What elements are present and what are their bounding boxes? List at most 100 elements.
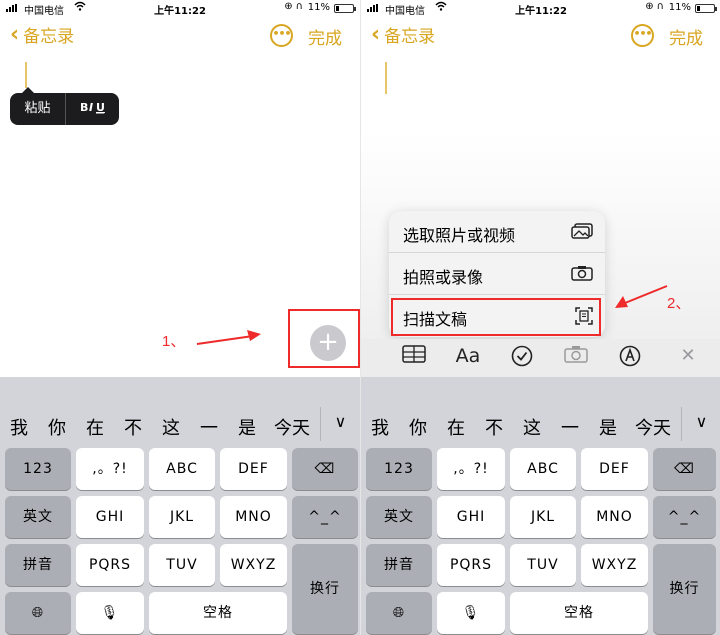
key-jkl[interactable]: JKL	[510, 496, 576, 538]
candidate-word[interactable]: 我	[0, 414, 38, 440]
key-wxyz[interactable]: WXYZ	[220, 544, 287, 586]
table-icon[interactable]	[399, 345, 429, 368]
key-wxyz[interactable]: WXYZ	[581, 544, 648, 586]
battery-icon	[695, 4, 717, 13]
key-punctuation[interactable]: ,。?!	[76, 448, 144, 490]
chevron-down-icon[interactable]: ∨	[681, 407, 720, 441]
svg-text:U: U	[96, 101, 105, 114]
key-punctuation[interactable]: ,。?!	[437, 448, 505, 490]
candidate-word[interactable]: 不	[475, 414, 513, 440]
key-pinyin[interactable]: 拼音	[366, 544, 432, 586]
chevron-left-icon: ‹	[371, 22, 381, 47]
chevron-down-icon[interactable]: ∨	[320, 407, 360, 441]
text-format-icon[interactable]: Aa	[453, 345, 483, 367]
return-key[interactable]: 换行	[292, 544, 358, 634]
battery-icon	[334, 4, 356, 13]
photos-icon	[571, 223, 593, 243]
back-button[interactable]: ‹ 备忘录	[371, 22, 435, 47]
step-one-label: 1、	[162, 333, 186, 350]
candidate-word[interactable]: 是	[589, 414, 627, 440]
done-button[interactable]: 完成	[308, 24, 342, 49]
format-button[interactable]: BIU	[66, 100, 119, 118]
key-def[interactable]: DEF	[220, 448, 287, 490]
candidate-word[interactable]: 今天	[627, 414, 679, 440]
candidate-word[interactable]: 在	[437, 414, 475, 440]
headphones-icon: ∩	[295, 1, 306, 12]
key-emoticon[interactable]: ^_^	[653, 496, 716, 538]
candidate-word[interactable]: 你	[38, 414, 76, 440]
notes-screen-left: 中国电信 上午11:22 ⊕∩ 11% ‹ 备忘录 ••• 完成 粘贴 BIU …	[0, 0, 360, 635]
key-abc[interactable]: ABC	[510, 448, 576, 490]
menu-item-photos[interactable]: 选取照片或视频	[389, 211, 605, 253]
candidate-word[interactable]: 一	[551, 414, 589, 440]
delete-key[interactable]: ⌫	[292, 448, 358, 490]
candidate-word[interactable]: 不	[114, 414, 152, 440]
delete-icon: ⌫	[314, 461, 336, 477]
mic-key[interactable]: 🎙︎	[76, 592, 144, 634]
candidate-word[interactable]: 今天	[266, 414, 318, 440]
candidate-word[interactable]: 你	[399, 414, 437, 440]
edit-menu: 粘贴 BIU	[10, 87, 119, 125]
key-pqrs[interactable]: PQRS	[437, 544, 505, 586]
more-options-icon[interactable]: •••	[631, 24, 654, 47]
done-button[interactable]: 完成	[669, 24, 703, 49]
delete-icon: ⌫	[674, 461, 695, 477]
lock-rotation-icon: ⊕	[645, 1, 657, 12]
candidate-word[interactable]: 在	[76, 414, 114, 440]
key-123[interactable]: 123	[366, 448, 432, 490]
key-mno[interactable]: MNO	[220, 496, 287, 538]
candidate-word[interactable]: 这	[152, 414, 190, 440]
candidate-word[interactable]: 我	[361, 414, 399, 440]
nav-bar: ‹ 备忘录 ••• 完成	[361, 22, 720, 52]
key-def[interactable]: DEF	[581, 448, 648, 490]
mic-key[interactable]: 🎙︎	[437, 592, 505, 634]
globe-key[interactable]: 🌐︎	[5, 592, 71, 634]
battery-percent: 11%	[307, 2, 330, 13]
key-abc[interactable]: ABC	[149, 448, 215, 490]
globe-key[interactable]: 🌐︎	[366, 592, 432, 634]
status-bar: 中国电信 上午11:22 ⊕∩ 11%	[0, 0, 360, 18]
back-label: 备忘录	[23, 27, 75, 47]
markup-icon[interactable]	[615, 345, 645, 372]
key-ghi[interactable]: GHI	[437, 496, 505, 538]
key-english[interactable]: 英文	[366, 496, 432, 538]
key-123[interactable]: 123	[5, 448, 71, 490]
headphones-icon: ∩	[656, 1, 667, 12]
key-ghi[interactable]: GHI	[76, 496, 144, 538]
text-cursor	[25, 62, 27, 88]
more-options-icon[interactable]: •••	[270, 24, 293, 47]
arrow-icon	[615, 285, 668, 308]
key-jkl[interactable]: JKL	[149, 496, 215, 538]
keyboard: 123 ,。?! ABC DEF ⌫ 英文 GHI JKL MNO ^_^ 拼音…	[361, 445, 720, 635]
close-icon[interactable]: ✕	[673, 345, 703, 366]
space-key[interactable]: 空格	[149, 592, 287, 634]
key-emoticon[interactable]: ^_^	[292, 496, 358, 538]
candidate-word[interactable]: 一	[190, 414, 228, 440]
candidate-word[interactable]: 是	[228, 414, 266, 440]
space-key[interactable]: 空格	[510, 592, 648, 634]
checklist-icon[interactable]	[507, 345, 537, 372]
key-english[interactable]: 英文	[5, 496, 71, 538]
return-key[interactable]: 换行	[653, 544, 716, 634]
candidate-bar: 我 你 在 不 这 一 是 今天 ∨	[0, 377, 360, 445]
key-tuv[interactable]: TUV	[149, 544, 215, 586]
key-tuv[interactable]: TUV	[510, 544, 576, 586]
chevron-left-icon: ‹	[10, 22, 20, 47]
key-mno[interactable]: MNO	[581, 496, 648, 538]
key-pinyin[interactable]: 拼音	[5, 544, 71, 586]
key-pqrs[interactable]: PQRS	[76, 544, 144, 586]
back-button[interactable]: ‹ 备忘录	[10, 22, 74, 47]
paste-button[interactable]: 粘贴	[10, 93, 66, 125]
status-icons: ⊕∩	[284, 1, 306, 12]
screenshot-page: 中国电信 上午11:22 ⊕∩ 11% ‹ 备忘录 ••• 完成 粘贴 BIU …	[0, 0, 720, 635]
menu-item-camera[interactable]: 拍照或录像	[389, 253, 605, 295]
candidate-row: 我 你 在 不 这 一 是 今天	[0, 413, 360, 441]
candidate-word[interactable]: 这	[513, 414, 551, 440]
lock-rotation-icon: ⊕	[284, 1, 296, 12]
plus-icon[interactable]: +	[310, 325, 346, 361]
formatting-toolbar: Aa ✕	[361, 339, 720, 377]
camera-icon[interactable]	[561, 345, 591, 368]
candidate-bar: 我 你 在 不 这 一 是 今天 ∨	[361, 377, 720, 445]
nav-bar: ‹ 备忘录 ••• 完成	[0, 22, 360, 52]
delete-key[interactable]: ⌫	[653, 448, 716, 490]
